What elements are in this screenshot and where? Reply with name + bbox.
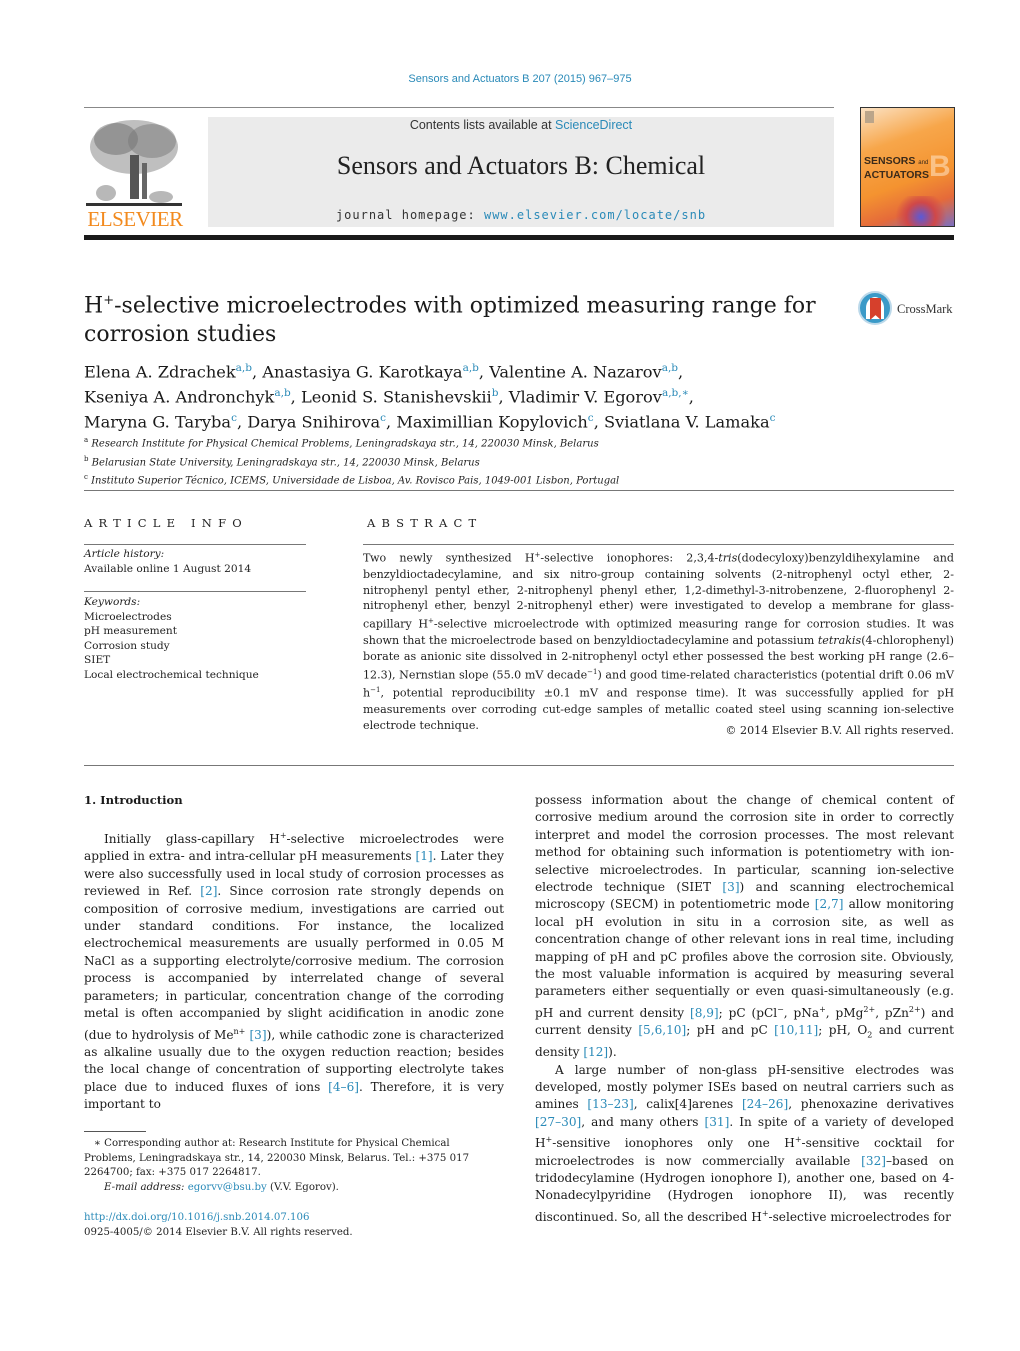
author-affiliation-marker[interactable]: a,b <box>662 362 678 374</box>
section-divider <box>84 490 954 491</box>
journal-title: Sensors and Actuators B: Chemical <box>336 151 706 180</box>
corresponding-author-footnote: ∗ Corresponding author at: Research Inst… <box>84 1138 470 1193</box>
article-history-value: Available online 1 August 2014 <box>84 562 252 575</box>
keyword-item: pH measurement <box>84 625 178 637</box>
citation-link[interactable]: [32] <box>861 1154 886 1168</box>
article-info-divider <box>84 544 306 545</box>
author-name[interactable]: Elena A. Zdrachek <box>84 362 236 381</box>
citation-link[interactable]: [10,11] <box>774 1023 818 1037</box>
citation-link[interactable]: [2,7] <box>815 897 844 911</box>
journal-cover-image[interactable]: B SENSORS and ACTUATORS <box>860 107 955 227</box>
section-heading-introduction: 1. Introduction <box>84 793 183 807</box>
header-divider <box>84 107 834 108</box>
elsevier-logo[interactable]: ELSEVIER <box>84 117 186 231</box>
abstract-divider <box>363 544 954 545</box>
elsevier-tree-icon <box>86 120 182 206</box>
affiliation-item: c Instituto Superior Técnico, ICEMS, Uni… <box>84 473 620 487</box>
crossmark-button[interactable]: CrossMark <box>858 291 958 329</box>
citation-link[interactable]: [3] <box>249 1028 266 1042</box>
keywords-label: Keywords: <box>84 596 141 608</box>
cover-elsevier-icon <box>865 111 874 123</box>
email-link[interactable]: egorvv@bsu.by <box>188 1182 267 1193</box>
footnote-divider <box>84 1131 146 1132</box>
keywords-block: Keywords: Microelectrodes pH measurement… <box>84 595 314 682</box>
article-history-label: Article history: <box>84 548 165 560</box>
journal-citation[interactable]: Sensors and Actuators B 207 (2015) 967–9… <box>0 73 1020 85</box>
article-title: H+-selective microelectrodes with optimi… <box>84 293 816 348</box>
sciencedirect-link[interactable]: ScienceDirect <box>555 118 632 132</box>
keyword-item: Microelectrodes <box>84 610 172 623</box>
affiliations: a Research Institute for Physical Chemic… <box>84 433 954 489</box>
paragraph: Initially glass-capillary H+-selective m… <box>84 831 504 1112</box>
author-name[interactable]: Sviatlana V. Lamaka <box>604 412 770 431</box>
author-affiliation-marker[interactable]: c <box>770 412 776 424</box>
author-affiliation-marker[interactable]: a,b <box>463 362 479 374</box>
paragraph: possess information about the change of … <box>535 793 955 1060</box>
issn-line: 0925-4005/© 2014 Elsevier B.V. All right… <box>84 1226 353 1238</box>
crossmark-icon <box>858 291 892 325</box>
citation-link[interactable]: [5,6,10] <box>638 1023 686 1037</box>
citation-link[interactable]: [13–23] <box>587 1097 633 1111</box>
author-affiliation-marker[interactable]: a,b,∗ <box>662 387 689 399</box>
abstract-copyright: © 2014 Elsevier B.V. All rights reserved… <box>725 724 954 737</box>
citation-link[interactable]: [3] <box>722 880 739 894</box>
article-history: Article history: Available online 1 Augu… <box>84 547 314 576</box>
cover-graphic <box>891 196 951 226</box>
journal-citation-link[interactable]: Sensors and Actuators B 207 (2015) 967–9… <box>408 73 631 85</box>
author-name[interactable]: Maximillian Kopylovich <box>396 412 587 431</box>
body-divider <box>84 765 954 766</box>
abstract-heading: ABSTRACT <box>367 516 483 530</box>
cover-letter: B <box>929 150 951 183</box>
citation-link[interactable]: [4–6] <box>328 1080 359 1094</box>
author-affiliation-marker[interactable]: a,b <box>274 387 290 399</box>
abstract-text: Two newly synthesized H+-selective ionop… <box>363 551 954 732</box>
citation-link[interactable]: [12] <box>583 1045 608 1059</box>
cover-title: SENSORS and ACTUATORS <box>864 155 929 181</box>
journal-banner: Contents lists available at ScienceDirec… <box>208 117 834 227</box>
keyword-item: SIET <box>84 654 111 666</box>
keyword-item: Local electrochemical technique <box>84 668 259 681</box>
article-info-heading: ARTICLE INFO <box>84 516 248 530</box>
author-name[interactable]: Valentine A. Nazarov <box>489 362 661 381</box>
author-name[interactable]: Leonid S. Stanishevskii <box>301 387 492 406</box>
author-name[interactable]: Vladimir V. Egorov <box>509 387 662 406</box>
journal-homepage-link[interactable]: www.elsevier.com/locate/snb <box>484 208 706 222</box>
keywords-divider <box>84 591 306 592</box>
citation-link[interactable]: [8,9] <box>690 1006 719 1020</box>
author-affiliation-marker[interactable]: a,b <box>236 362 252 374</box>
contents-line: Contents lists available at ScienceDirec… <box>409 118 633 132</box>
doi-block: http://dx.doi.org/10.1016/j.snb.2014.07.… <box>84 1211 504 1240</box>
author-name[interactable]: Anastasiya G. Karotkaya <box>262 362 462 381</box>
header-thick-divider <box>84 235 954 240</box>
intro-left-column: Initially glass-capillary H+-selective m… <box>84 827 504 1114</box>
author-name[interactable]: Darya Snihirova <box>247 412 380 431</box>
doi-link[interactable]: http://dx.doi.org/10.1016/j.snb.2014.07.… <box>84 1212 310 1223</box>
affiliation-item: b Belarusian State University, Leningrad… <box>84 454 480 468</box>
citation-link[interactable]: [1] <box>416 849 433 863</box>
citation-link[interactable]: [2] <box>200 884 217 898</box>
citation-link[interactable]: [24–26] <box>742 1097 788 1111</box>
elsevier-wordmark: ELSEVIER <box>87 207 183 231</box>
citation-link[interactable]: [27–30] <box>535 1115 581 1129</box>
keyword-item: Corrosion study <box>84 639 170 652</box>
intro-right-column: possess information about the change of … <box>535 792 954 1226</box>
crossmark-label: CrossMark <box>897 302 953 316</box>
author-name[interactable]: Maryna G. Taryba <box>84 412 231 431</box>
author-list: Elena A. Zdracheka,b, Anastasiya G. Karo… <box>84 362 776 432</box>
journal-homepage: journal homepage: www.elsevier.com/locat… <box>335 208 707 222</box>
citation-link[interactable]: [31] <box>705 1115 730 1129</box>
paragraph: A large number of non-glass pH-sensitive… <box>535 1062 954 1224</box>
affiliation-item: a Research Institute for Physical Chemic… <box>84 436 599 450</box>
author-name[interactable]: Kseniya A. Andronchyk <box>84 387 274 406</box>
